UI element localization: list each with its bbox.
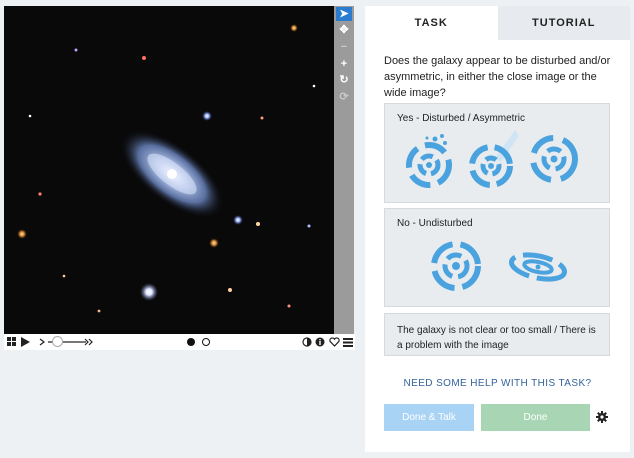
answer-disturbed-label: Yes - Disturbed / Asymmetric [397,113,526,124]
tab-task[interactable]: TASK [365,6,498,40]
playback-speed-knob[interactable] [52,336,63,347]
need-help-link[interactable]: NEED SOME HELP WITH THIS TASK? [365,378,630,389]
tab-tutorial[interactable]: TUTORIAL [497,6,630,40]
subject-image-viewer[interactable] [4,6,334,334]
gear-icon[interactable] [596,411,608,423]
viewer-toolbar: ➤ ✥ − + ↻ ⟳ [334,6,354,334]
zoom-in-icon[interactable]: + [336,57,352,71]
answer-problem-label: The galaxy is not clear or too small / T… [397,325,596,351]
invert-icon[interactable] [302,337,312,347]
play-icon[interactable] [20,336,31,348]
zoom-out-icon[interactable]: − [336,40,352,54]
task-question: Does the galaxy appear to be disturbed a… [384,55,611,99]
edge-on-galaxy-icon [508,252,568,282]
pan-icon[interactable]: ✥ [336,23,352,37]
slow-speed-icon[interactable] [39,338,46,346]
rotate-icon[interactable]: ↻ [336,73,352,87]
done-button[interactable]: Done [481,404,590,431]
frame-2-dot[interactable] [202,338,210,346]
task-panel: TASK TUTORIAL Does the galaxy appear to … [365,6,630,452]
info-icon[interactable] [315,337,325,347]
frame-1-dot[interactable] [187,338,195,346]
tidal-tail-galaxy-icon [469,130,519,188]
asymmetric-galaxy-icon [530,135,578,183]
favorite-heart-icon[interactable] [329,337,340,347]
done-talk-button[interactable]: Done & Talk [384,404,474,431]
answer-disturbed[interactable]: Yes - Disturbed / Asymmetric [384,103,610,203]
pointer-icon[interactable]: ➤ [336,7,352,21]
task-tabs: TASK TUTORIAL [365,6,630,40]
fast-speed-icon[interactable] [84,338,93,346]
viewer-controls-bar [4,334,355,350]
answer-undisturbed[interactable]: No - Undisturbed [384,208,610,307]
answer-problem[interactable]: The galaxy is not clear or too small / T… [384,313,610,356]
grid-icon[interactable] [7,337,17,347]
spiral-galaxy-icon [431,241,481,291]
reset-icon[interactable]: ⟳ [336,90,352,104]
collections-list-icon[interactable] [343,337,353,347]
galaxy-image [4,6,334,334]
disturbed-galaxy-icon [406,134,452,188]
answer-undisturbed-label: No - Undisturbed [397,218,473,229]
